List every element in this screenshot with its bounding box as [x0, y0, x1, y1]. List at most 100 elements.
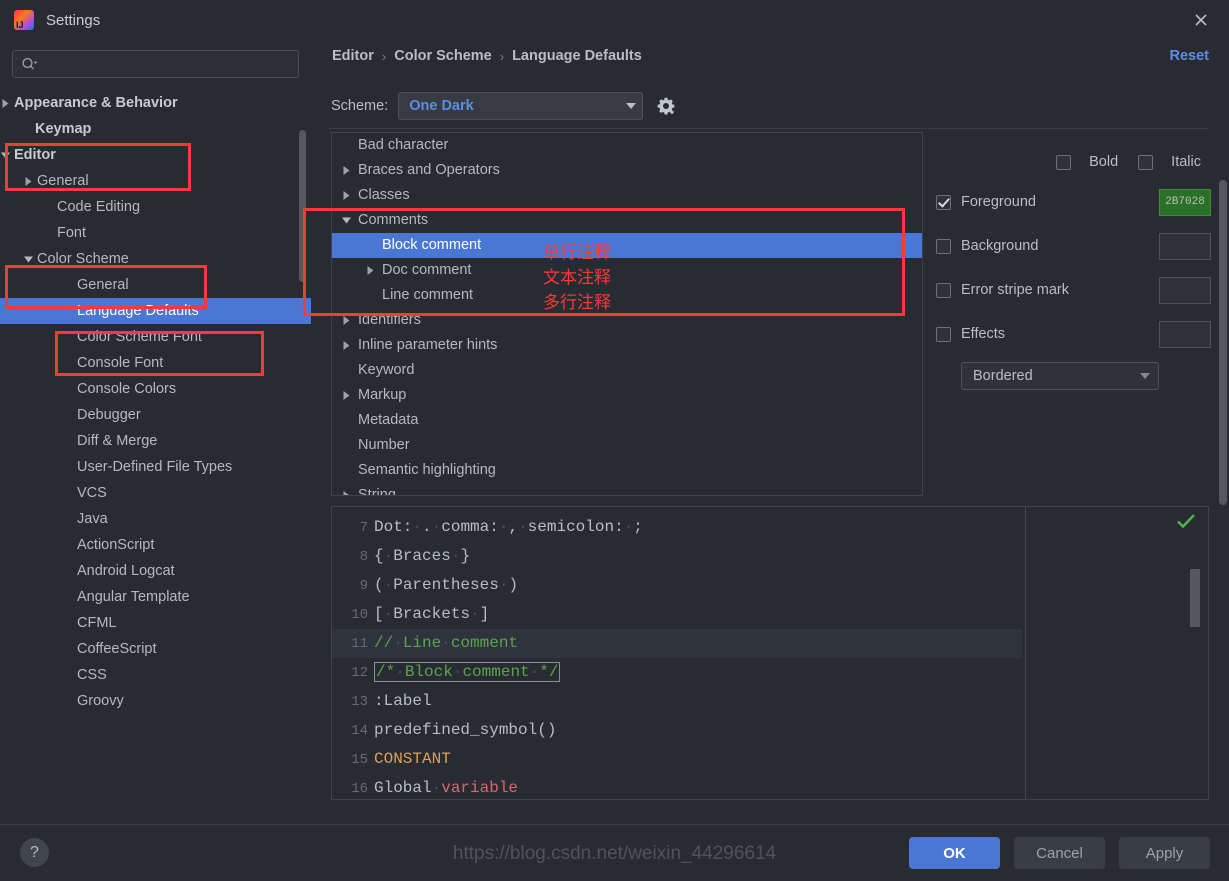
code-token: */: [539, 663, 559, 681]
chevron-right-icon[interactable]: [362, 258, 378, 283]
sidebar-item-angular-template[interactable]: Angular Template: [0, 584, 311, 610]
apply-button[interactable]: Apply: [1119, 837, 1210, 869]
color-tree-row-comments[interactable]: Comments: [332, 208, 922, 233]
sidebar-item-color-scheme-font[interactable]: Color Scheme Font: [0, 324, 311, 350]
sidebar-item-general[interactable]: General: [0, 272, 311, 298]
sidebar-item-coffeescript[interactable]: CoffeeScript: [0, 636, 311, 662]
background-checkbox[interactable]: [936, 238, 951, 254]
effect-type-dropdown[interactable]: Bordered: [961, 362, 1159, 390]
sidebar-item-label: CSS: [77, 667, 107, 683]
scheme-dropdown[interactable]: One Dark: [398, 92, 644, 120]
sidebar-item-css[interactable]: CSS: [0, 662, 311, 688]
sidebar-item-color-scheme[interactable]: Color Scheme: [0, 246, 311, 272]
color-tree-row-number[interactable]: Number: [332, 433, 922, 458]
chevron-right-icon[interactable]: [338, 483, 354, 495]
help-button[interactable]: ?: [20, 838, 49, 867]
breadcrumb-item[interactable]: Editor: [332, 48, 374, 64]
color-tree-row-string[interactable]: String: [332, 483, 922, 495]
color-tree-row-semantic-highlighting[interactable]: Semantic highlighting: [332, 458, 922, 483]
code-token: Brackets: [393, 605, 471, 623]
sidebar-item-general[interactable]: General: [0, 168, 311, 194]
color-tree-row-block-comment[interactable]: Block comment: [332, 233, 922, 258]
error-stripe-color-swatch[interactable]: [1159, 276, 1211, 304]
chevron-right-icon[interactable]: [338, 183, 354, 208]
ok-button[interactable]: OK: [909, 837, 1000, 869]
settings-dialog: Settings Appearance & Behavior Keymap Edit…: [0, 0, 1229, 881]
gear-icon[interactable]: [653, 93, 679, 119]
sidebar-item-label: Editor: [14, 147, 56, 163]
bold-checkbox[interactable]: [1056, 154, 1072, 170]
sidebar-item-console-colors[interactable]: Console Colors: [0, 376, 311, 402]
line-number: 14: [351, 723, 368, 739]
cancel-button[interactable]: Cancel: [1014, 837, 1105, 869]
chevron-right-icon[interactable]: [338, 333, 354, 358]
chevron-right-icon[interactable]: [0, 90, 12, 116]
chevron-down-icon[interactable]: [21, 246, 35, 272]
sidebar-item-editor[interactable]: Editor: [0, 142, 311, 168]
color-tree-row-classes[interactable]: Classes: [332, 183, 922, 208]
foreground-color-swatch[interactable]: 2B7028: [1159, 188, 1211, 216]
background-color-swatch[interactable]: [1159, 232, 1211, 260]
effects-checkbox[interactable]: [936, 326, 951, 342]
sidebar-item-java[interactable]: Java: [0, 506, 311, 532]
preview-line-text: //·Line·comment: [374, 634, 518, 652]
scheme-row: Scheme: One Dark: [331, 92, 679, 120]
effects-color-swatch[interactable]: [1159, 320, 1211, 348]
sidebar-item-font[interactable]: Font: [0, 220, 311, 246]
code-token: ·: [470, 605, 480, 623]
color-tree-row-inline-parameter-hints[interactable]: Inline parameter hints: [332, 333, 922, 358]
breadcrumb-item[interactable]: Color Scheme: [394, 48, 492, 64]
preview-line: 7 Dot:·.·comma:·,·semicolon:·;: [332, 513, 1022, 542]
sidebar-item-appearance-behavior[interactable]: Appearance & Behavior: [0, 90, 311, 116]
foreground-checkbox[interactable]: [936, 194, 951, 210]
chevron-right-icon[interactable]: [338, 158, 354, 183]
sidebar-item-debugger[interactable]: Debugger: [0, 402, 311, 428]
sidebar-item-code-editing[interactable]: Code Editing: [0, 194, 311, 220]
breadcrumb-item[interactable]: Language Defaults: [512, 48, 642, 64]
search-input[interactable]: [39, 55, 298, 73]
sidebar-item-label: Code Editing: [57, 199, 141, 215]
sidebar-item-groovy[interactable]: Groovy: [0, 688, 311, 714]
code-preview[interactable]: 7 Dot:·.·comma:·,·semicolon:·; 8 {·Braces·}…: [331, 506, 1209, 800]
chevron-down-icon[interactable]: [338, 208, 354, 233]
color-tree-label: Metadata: [358, 412, 419, 428]
color-tree-row-identifiers[interactable]: Identifiers: [332, 308, 922, 333]
chevron-right-icon[interactable]: [21, 168, 35, 194]
chevron-right-icon[interactable]: [338, 308, 354, 333]
sidebar-item-actionscript[interactable]: ActionScript: [0, 532, 311, 558]
color-tree-row-keyword[interactable]: Keyword: [332, 358, 922, 383]
color-tree-row-metadata[interactable]: Metadata: [332, 408, 922, 433]
italic-checkbox[interactable]: [1138, 154, 1154, 170]
sidebar-item-android-logcat[interactable]: Android Logcat: [0, 558, 311, 584]
chevron-down-icon[interactable]: [0, 142, 12, 168]
preview-line: 15 CONSTANT: [332, 745, 1022, 774]
color-attributes-tree[interactable]: Bad character Braces and Operators Classes…: [331, 132, 923, 496]
sidebar-item-label: Diff & Merge: [77, 433, 158, 449]
sidebar-item-cfml[interactable]: CFML: [0, 610, 311, 636]
close-icon[interactable]: [1173, 0, 1229, 40]
sidebar-item-vcs[interactable]: VCS: [0, 480, 311, 506]
sidebar-item-user-defined-file-types[interactable]: User-Defined File Types: [0, 454, 311, 480]
chevron-right-icon[interactable]: [338, 383, 354, 408]
sidebar-scrollbar[interactable]: [299, 130, 306, 282]
sidebar-item-label: Keymap: [35, 121, 92, 137]
code-token: predefined_symbol(): [374, 721, 557, 739]
preview-scrollbar[interactable]: [1190, 569, 1200, 627]
code-token: ): [508, 576, 519, 594]
sidebar-tree[interactable]: Appearance & Behavior Keymap Editor General…: [0, 90, 311, 824]
search-box[interactable]: [12, 50, 299, 78]
error-stripe-checkbox[interactable]: [936, 282, 951, 298]
color-tree-row-markup[interactable]: Markup: [332, 383, 922, 408]
color-tree-row-line-comment[interactable]: Line comment: [332, 283, 922, 308]
color-tree-row-bad-character[interactable]: Bad character: [332, 133, 922, 158]
color-tree-label: Inline parameter hints: [358, 337, 498, 353]
sidebar-item-diff-merge[interactable]: Diff & Merge: [0, 428, 311, 454]
sidebar-item-language-defaults[interactable]: Language Defaults: [0, 298, 311, 324]
color-tree-row-braces-and-operators[interactable]: Braces and Operators: [332, 158, 922, 183]
sidebar-item-console-font[interactable]: Console Font: [0, 350, 311, 376]
color-tree-scrollbar[interactable]: [1219, 180, 1227, 505]
reset-link[interactable]: Reset: [1170, 48, 1210, 64]
sidebar-item-keymap[interactable]: Keymap: [0, 116, 311, 142]
color-tree-row-doc-comment[interactable]: Doc comment: [332, 258, 922, 283]
error-stripe-gutter[interactable]: [1024, 507, 1208, 799]
